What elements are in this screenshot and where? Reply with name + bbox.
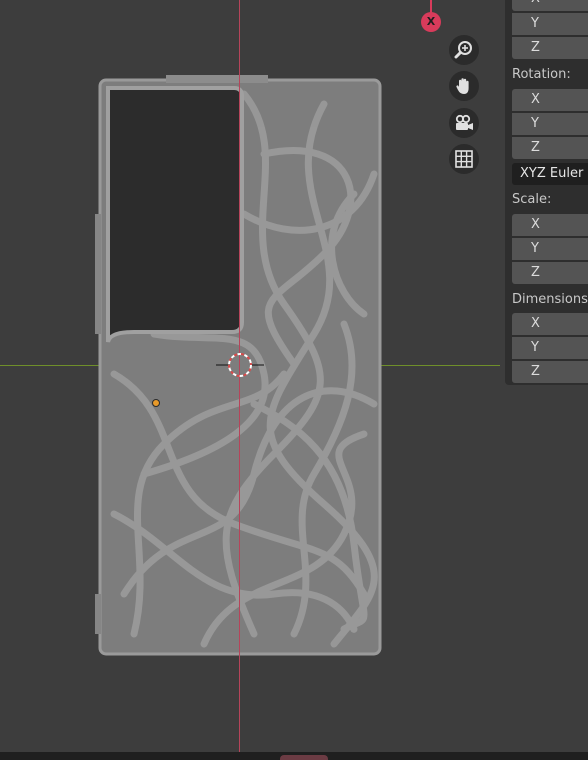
rotation-mode-dropdown[interactable]: XYZ Euler — [512, 163, 588, 185]
rotation-x-field[interactable]: X — [512, 89, 588, 111]
scale-y-label: Y — [531, 241, 539, 256]
object-origin-dot — [152, 399, 160, 407]
grid-icon — [455, 150, 473, 168]
location-x-label: X — [531, 0, 540, 6]
3d-viewport[interactable]: X X Y Z Rot — [0, 0, 588, 760]
dimensions-z-label: Z — [531, 364, 540, 379]
dimensions-z-field[interactable]: Z — [512, 361, 588, 383]
scale-x-field[interactable]: X — [512, 214, 588, 236]
dimensions-x-label: X — [531, 316, 540, 331]
camera-view-button[interactable] — [449, 108, 479, 138]
zoom-button[interactable] — [449, 35, 479, 65]
location-y-field[interactable]: Y — [512, 13, 588, 35]
gizmo-x-axis-button[interactable]: X — [421, 12, 441, 32]
scale-label: Scale: — [512, 192, 552, 207]
dimensions-y-field[interactable]: Y — [512, 337, 588, 359]
scale-z-label: Z — [531, 265, 540, 280]
scale-x-label: X — [531, 217, 540, 232]
location-z-field[interactable]: Z — [512, 37, 588, 59]
bottom-tab[interactable] — [280, 755, 328, 760]
pan-button[interactable] — [449, 71, 479, 101]
rotation-z-label: Z — [531, 140, 540, 155]
rotation-y-label: Y — [531, 116, 539, 131]
3d-cursor-icon[interactable] — [216, 352, 264, 380]
camera-icon — [455, 114, 473, 130]
scale-y-field[interactable]: Y — [512, 238, 588, 260]
zoom-in-icon — [454, 41, 472, 59]
dimensions-label: Dimensions: — [512, 292, 588, 307]
location-z-label: Z — [531, 40, 540, 55]
dimensions-x-field[interactable]: X — [512, 313, 588, 335]
location-y-label: Y — [531, 16, 539, 31]
dimensions-y-label: Y — [531, 340, 539, 355]
scale-z-field[interactable]: Z — [512, 262, 588, 284]
hand-icon — [456, 78, 469, 94]
grid-view-button[interactable] — [449, 144, 479, 174]
rotation-z-field[interactable]: Z — [512, 137, 588, 159]
rotation-label: Rotation: — [512, 67, 571, 82]
rotation-x-label: X — [531, 92, 540, 107]
rotation-y-field[interactable]: Y — [512, 113, 588, 135]
location-x-field[interactable]: X — [512, 0, 588, 11]
